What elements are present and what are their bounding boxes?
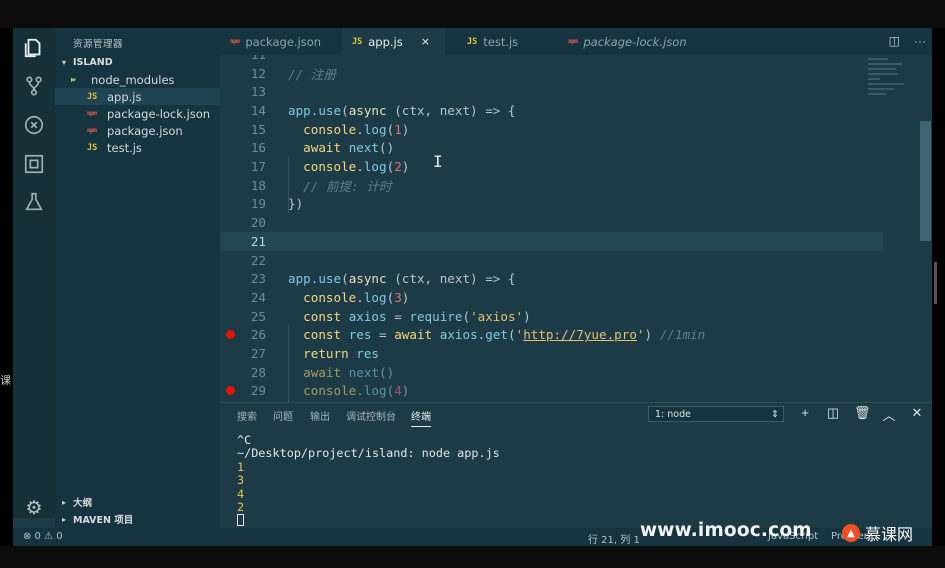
tab-test-js[interactable]: JS test.js [447,28,552,55]
terminal-cursor [237,514,244,527]
chevron-right-icon: ▸ [61,497,66,507]
text-cursor-icon: I [433,152,443,171]
source-control-icon[interactable] [22,74,46,98]
tab-problems[interactable]: 问题 [273,408,293,423]
code-line: 20 [250,215,266,231]
npm-file-icon: npm [230,38,240,45]
code-line: 25 const axios = require('axios') [250,308,531,324]
panel-actions: + ◫ 🗑 ︿ ✕ [798,405,924,424]
close-icon[interactable]: × [421,35,430,48]
watermark-logo: ▲ 慕课网 [842,521,913,545]
breakpoint-icon[interactable] [226,386,235,396]
cursor-position-status[interactable]: 行 21, 列 1 [588,531,640,546]
vscode-window: 资源管理器 ▾ ISLAND ▸ ▰ node_modules JS app.j… [13,28,932,546]
js-file-icon: JS [467,36,478,47]
debug-icon[interactable] [22,113,46,137]
code-line: 24 console.log(3) [250,289,410,305]
test-flask-icon[interactable] [22,190,46,214]
problems-status[interactable]: ⊗ 0 ⚠ 0 [23,531,63,542]
tab-package-lock-json[interactable]: npm package-lock.json [554,28,714,55]
activity-bar [13,28,55,518]
tab-package-json[interactable]: npm package.json [220,28,340,55]
player-scrubber[interactable] [934,262,937,304]
tab-output[interactable]: 输出 [310,408,330,423]
chevron-right-icon: ▸ [61,514,66,524]
tree-item-app-js[interactable]: JS app.js [55,88,220,105]
code-line: 22 [250,252,266,268]
code-line: 12 // 注册 [250,65,336,82]
code-line: 16 await next() [250,140,395,156]
maximize-panel-icon[interactable]: ︿ [882,405,896,424]
minimap[interactable] [868,55,916,115]
edge-text: 课 [0,374,11,387]
close-panel-icon[interactable]: ✕ [910,405,924,424]
chevron-down-icon: ▾ [61,57,66,67]
code-line: 11 [220,55,883,64]
outline-section-header[interactable]: ▸ 大纲 [55,494,220,510]
terminal-output[interactable]: ^C ~/Desktop/project/island: node app.js 1… [237,433,500,528]
video-letterbox-bottom [0,546,945,568]
code-line: 17 console.log(2) [250,159,410,175]
code-line: 28 await next() [250,364,395,380]
js-file-icon: JS [352,36,363,47]
folder-icon: ▰ [71,74,77,85]
tab-app-js[interactable]: JS app.js × [342,28,445,55]
explorer-sidebar: 资源管理器 ▾ ISLAND ▸ ▰ node_modules JS app.j… [55,28,220,528]
workspace-name: ISLAND [73,56,113,68]
maven-section-header[interactable]: ▸ MAVEN 项目 [55,511,220,527]
code-line: 29 console.log(4) [220,382,883,401]
bottom-panel: 搜索 问题 输出 调试控制台 终端 1: node ⇕ + ◫ 🗑 ︿ ✕ ^C… [220,402,932,530]
editor-scrollbar[interactable] [920,121,931,241]
code-line: 19 }) [250,196,304,212]
npm-file-icon: npm [568,38,578,45]
code-line: 18 // 前提: 计时 [250,177,392,194]
code-line: 14 app.use(async (ctx, next) => { [250,102,516,118]
chevron-right-icon: ▸ [71,75,76,84]
flame-icon: ▲ [842,524,860,542]
more-actions-icon[interactable]: ··· [914,34,926,48]
select-arrows-icon: ⇕ [771,408,779,420]
npm-file-icon: npm [87,110,97,117]
tree-item-package-lock-json[interactable]: npm package-lock.json [55,105,220,122]
code-line: 13 [250,84,266,100]
trash-icon[interactable]: 🗑 [854,405,871,424]
split-terminal-icon[interactable]: ◫ [826,405,840,424]
tab-terminal[interactable]: 终端 [411,408,431,427]
tab-search[interactable]: 搜索 [237,408,257,423]
video-letterbox-top [0,0,945,28]
tree-item-node-modules[interactable]: ▸ ▰ node_modules [55,71,220,88]
terminal-select[interactable]: 1: node ⇕ [648,406,784,422]
code-line: 23 app.use(async (ctx, next) => { [250,271,516,287]
breakpoint-icon[interactable] [226,330,235,340]
tab-debug-console[interactable]: 调试控制台 [346,408,396,423]
editor-actions: ◫ ··· [889,34,926,48]
explorer-icon[interactable] [22,36,46,60]
tree-item-test-js[interactable]: JS test.js [55,139,220,156]
extensions-icon[interactable] [22,152,46,176]
add-terminal-icon[interactable]: + [798,405,812,424]
js-file-icon: JS [87,91,98,102]
code-editor[interactable]: 11 12 // 注册 13 14 app.use(async (ctx, ne… [220,55,932,402]
watermark-site: www.imooc.com [640,520,812,541]
workspace-section-header[interactable]: ▾ ISLAND [55,54,220,70]
gear-icon[interactable]: ⚙ [23,498,45,520]
code-line: 15 console.log(1) [250,121,410,137]
editor-tabs: npm package.json JS app.js × JS test.js … [220,28,932,55]
js-file-icon: JS [87,142,98,153]
tree-item-package-json[interactable]: npm package.json [55,122,220,139]
split-editor-icon[interactable]: ◫ [889,34,900,48]
code-line: 26 const res = await axios.get('http://7… [220,326,883,345]
sidebar-title: 资源管理器 [73,39,124,50]
code-line-current: 21 [220,232,883,251]
code-line: 27 return res [250,346,380,362]
npm-file-icon: npm [87,127,97,134]
